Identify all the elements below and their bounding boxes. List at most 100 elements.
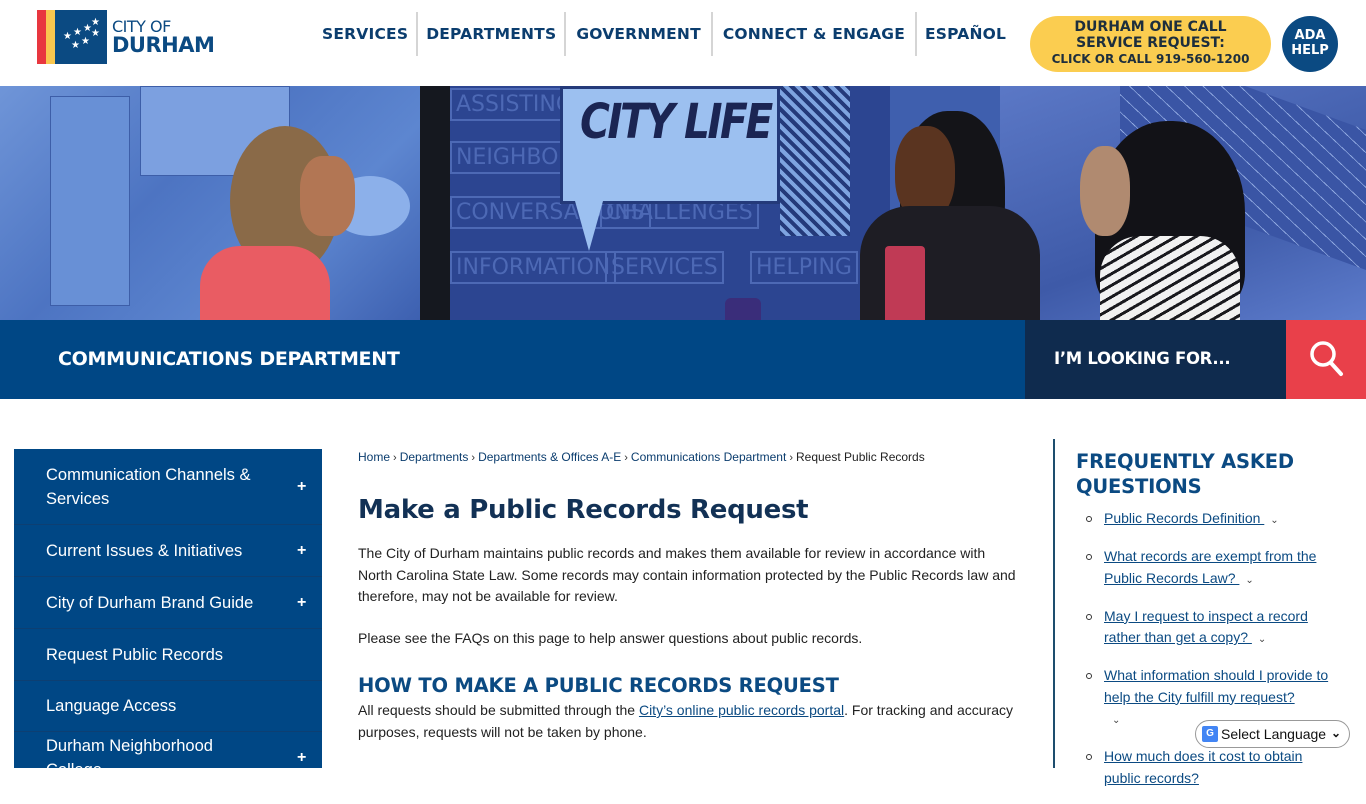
sidebar-item-request-public-records[interactable]: Request Public Records bbox=[14, 629, 322, 681]
intro-paragraph: The City of Durham maintains public reco… bbox=[358, 545, 1016, 604]
breadcrumb: Home › Departments › Departments & Offices A… bbox=[358, 450, 925, 464]
bullet-icon bbox=[1086, 613, 1092, 620]
logo-wordmark: CITY OF DURHAM bbox=[112, 18, 215, 57]
portal-text-before: All requests should be submitted through… bbox=[358, 702, 639, 718]
faq-link[interactable]: What records are exempt from the Public … bbox=[1104, 548, 1316, 586]
faq-link[interactable]: May I request to inspect a record rather… bbox=[1104, 608, 1308, 646]
chevron-down-icon[interactable]: ⌄ bbox=[1258, 629, 1266, 651]
bullet-icon bbox=[1086, 754, 1092, 760]
faq-link[interactable]: Public Records Definition bbox=[1104, 510, 1264, 526]
department-bar: COMMUNICATIONS DEPARTMENT I’M LOOKING FO… bbox=[0, 320, 1366, 399]
sidebar-item-label: Durham Neighborhood College bbox=[46, 736, 213, 769]
guest2-body bbox=[1100, 236, 1240, 320]
site-header: ★ ★ ★ ★ ★ ★ ★ CITY OF DURHAM SERVICES DE… bbox=[0, 0, 1366, 86]
flag-red-stripe bbox=[37, 10, 46, 64]
flag-yellow-stripe bbox=[46, 10, 55, 64]
host-face bbox=[300, 156, 355, 236]
sidebar-item-language-access[interactable]: Language Access bbox=[14, 681, 322, 732]
sidebar-item-label: Communication Channels & Services bbox=[46, 465, 251, 508]
backdrop-word: HELPING bbox=[750, 251, 858, 284]
faq-note-paragraph: Please see the FAQs on this page to help… bbox=[358, 630, 863, 646]
sign-stripes bbox=[780, 86, 850, 236]
chevron-down-icon[interactable]: ⌄ bbox=[1270, 510, 1278, 532]
expand-plus-icon[interactable]: + bbox=[297, 541, 307, 561]
main-nav: SERVICES DEPARTMENTS GOVERNMENT CONNECT … bbox=[314, 12, 1014, 56]
one-call-line2: SERVICE REQUEST: bbox=[1076, 35, 1225, 51]
host-body bbox=[200, 246, 330, 320]
faq-item: Public Records Definition ⌄ bbox=[1086, 508, 1336, 532]
star-icon: ★ bbox=[91, 28, 100, 39]
faq-list: Public Records Definition ⌄ What records… bbox=[1086, 508, 1336, 804]
breadcrumb-current: Request Public Records bbox=[795, 450, 925, 464]
sidebar-item-neighborhood-college[interactable]: Durham Neighborhood College + bbox=[14, 732, 322, 769]
google-translate-icon: G bbox=[1202, 726, 1218, 742]
bullet-icon bbox=[1086, 673, 1092, 679]
sidebar-item-label: Current Issues & Initiatives bbox=[46, 541, 243, 560]
search-placeholder: I’M LOOKING FOR... bbox=[1054, 349, 1231, 368]
expand-plus-icon[interactable]: + bbox=[297, 748, 307, 768]
section-heading: HOW TO MAKE A PUBLIC RECORDS REQUEST bbox=[358, 674, 839, 697]
stars-icon: ★ ★ ★ ★ ★ ★ ★ bbox=[59, 18, 103, 58]
breadcrumb-departments[interactable]: Departments bbox=[400, 450, 469, 464]
guest2-face bbox=[1080, 146, 1130, 236]
nav-connect-engage[interactable]: CONNECT & ENGAGE bbox=[713, 12, 917, 56]
hero-screen-divider bbox=[420, 86, 450, 320]
public-records-portal-link[interactable]: City’s online public records portal bbox=[639, 702, 844, 718]
breadcrumb-separator: › bbox=[471, 452, 476, 464]
ada-line1: ADA bbox=[1294, 28, 1326, 43]
logo-flag-icon: ★ ★ ★ ★ ★ ★ ★ bbox=[37, 10, 107, 64]
backdrop-word: INFORMATION bbox=[450, 251, 617, 284]
sidebar-item-label: Language Access bbox=[46, 697, 177, 715]
faq-title: FREQUENTLY ASKED QUESTIONS bbox=[1076, 450, 1294, 498]
backdrop-word: SERVICES bbox=[605, 251, 724, 284]
hero-banner-image: ASSISTING NEIGHBORHOOD CONVERSATIONS CHA… bbox=[0, 86, 1366, 320]
chevron-down-icon[interactable]: ⌄ bbox=[1112, 710, 1120, 732]
bullet-icon bbox=[1086, 516, 1092, 522]
sidebar-item-current-issues[interactable]: Current Issues & Initiatives + bbox=[14, 525, 322, 577]
nav-departments[interactable]: DEPARTMENTS bbox=[418, 12, 567, 56]
ada-help-button[interactable]: ADA HELP bbox=[1282, 16, 1338, 72]
bullet-icon bbox=[1086, 554, 1092, 560]
chevron-down-icon[interactable]: ⌄ bbox=[1245, 570, 1253, 592]
nav-services[interactable]: SERVICES bbox=[314, 12, 419, 56]
city-of-durham-logo[interactable]: ★ ★ ★ ★ ★ ★ ★ CITY OF DURHAM bbox=[37, 10, 217, 64]
section-sidebar-nav: Communication Channels & Services + Curr… bbox=[14, 449, 322, 768]
sidebar-item-communication-channels[interactable]: Communication Channels & Services + bbox=[14, 449, 322, 525]
nav-government[interactable]: GOVERNMENT bbox=[566, 12, 713, 56]
ada-line2: HELP bbox=[1291, 43, 1329, 58]
breadcrumb-communications[interactable]: Communications Department bbox=[631, 450, 786, 464]
faq-link[interactable]: What information should I provide to hel… bbox=[1104, 667, 1328, 705]
breadcrumb-departments-offices[interactable]: Departments & Offices A-E bbox=[478, 450, 621, 464]
breadcrumb-separator: › bbox=[624, 452, 628, 464]
page-title: Make a Public Records Request bbox=[358, 495, 809, 525]
faq-item: What records are exempt from the Public … bbox=[1086, 546, 1336, 591]
backdrop-block bbox=[50, 96, 130, 306]
chevron-down-icon: ⌄ bbox=[1330, 726, 1341, 740]
language-select-value: Select Language bbox=[1221, 726, 1327, 742]
expand-plus-icon[interactable]: + bbox=[297, 593, 307, 613]
search-icon bbox=[1310, 341, 1343, 376]
logo-durham: DURHAM bbox=[112, 32, 215, 57]
durham-one-call-button[interactable]: DURHAM ONE CALL SERVICE REQUEST: CLICK O… bbox=[1030, 16, 1271, 72]
breadcrumb-separator: › bbox=[393, 452, 397, 464]
search-button[interactable] bbox=[1286, 320, 1366, 399]
faq-link[interactable]: How much does it cost to obtain public r… bbox=[1104, 748, 1302, 786]
nav-espanol[interactable]: ESPAÑOL bbox=[917, 12, 1014, 56]
one-call-line1: DURHAM ONE CALL bbox=[1074, 19, 1227, 35]
guest1-shirt bbox=[885, 246, 925, 320]
cup bbox=[725, 298, 761, 320]
language-select[interactable]: G Select Language ⌄ bbox=[1195, 720, 1350, 748]
sidebar-item-brand-guide[interactable]: City of Durham Brand Guide + bbox=[14, 577, 322, 629]
breadcrumb-separator: › bbox=[789, 452, 793, 464]
sidebar-item-label: City of Durham Brand Guide bbox=[46, 593, 254, 612]
site-search-input[interactable]: I’M LOOKING FOR... bbox=[1025, 320, 1286, 399]
one-call-line3: CLICK OR CALL 919-560-1200 bbox=[1051, 52, 1250, 66]
expand-plus-icon[interactable]: + bbox=[297, 477, 307, 497]
breadcrumb-home[interactable]: Home bbox=[358, 450, 390, 464]
city-life-sign-text: CITY LIFE bbox=[580, 94, 773, 150]
column-divider bbox=[1053, 439, 1055, 768]
star-icon: ★ bbox=[91, 17, 100, 28]
sidebar-item-label: Request Public Records bbox=[46, 645, 224, 664]
sign-tail bbox=[575, 201, 603, 251]
department-title[interactable]: COMMUNICATIONS DEPARTMENT bbox=[58, 348, 400, 370]
